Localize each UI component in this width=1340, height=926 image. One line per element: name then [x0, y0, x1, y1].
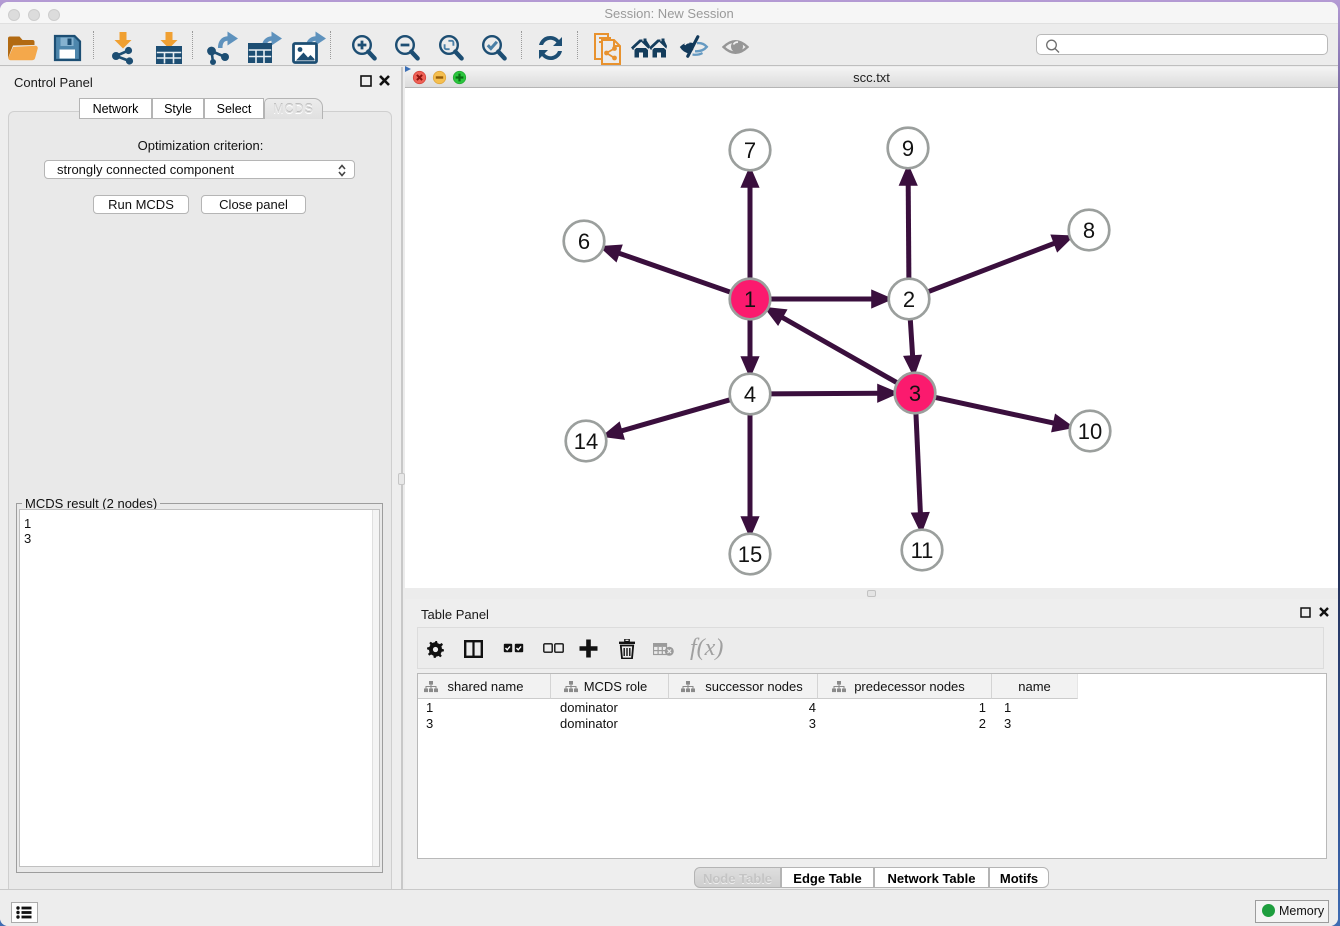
svg-text:9: 9 — [902, 136, 914, 161]
svg-text:2: 2 — [903, 287, 915, 312]
svg-text:14: 14 — [574, 429, 598, 454]
svg-text:8: 8 — [1083, 218, 1095, 243]
svg-text:11: 11 — [911, 538, 934, 563]
svg-text:4: 4 — [744, 382, 756, 407]
svg-text:10: 10 — [1078, 419, 1102, 444]
svg-text:1: 1 — [744, 287, 756, 312]
svg-text:6: 6 — [578, 229, 590, 254]
svg-text:15: 15 — [738, 542, 762, 567]
svg-text:3: 3 — [909, 381, 921, 406]
svg-text:7: 7 — [744, 138, 756, 163]
